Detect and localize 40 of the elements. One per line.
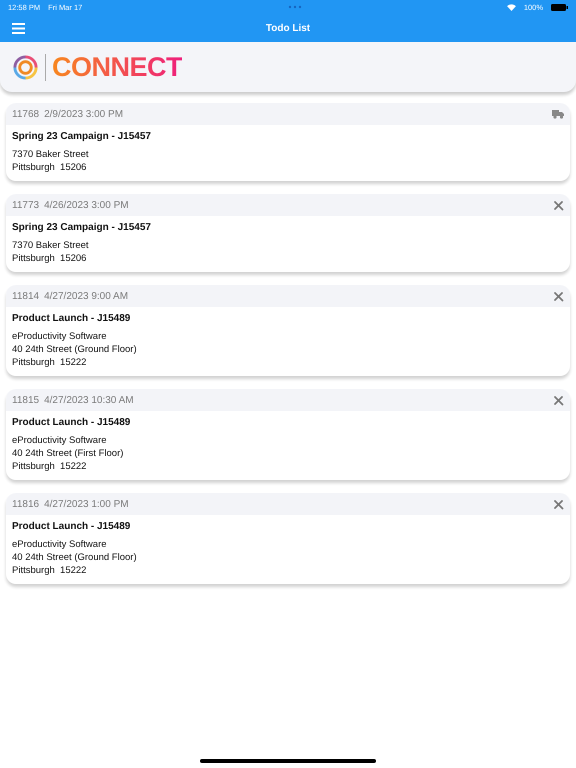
address-line: eProductivity Software — [12, 434, 108, 447]
menu-button[interactable] — [12, 22, 25, 33]
address-line: eProductivity Software — [12, 330, 108, 343]
address-line: Pittsburgh 15206 — [12, 252, 88, 265]
todo-id: 11814 — [12, 290, 40, 302]
address-line: 40 24th Street (Ground Floor) — [12, 551, 138, 564]
todo-id: 11768 — [12, 108, 40, 120]
todo-datetime: 4/27/2023 10:30 AM — [44, 394, 134, 406]
todo-datetime: 2/9/2023 3:00 PM — [44, 108, 124, 120]
todo-card[interactable]: 11773 4/26/2023 3:00 PM Spring 23 Campaign - J15457 7370 Baker Street Pittsburgh 15206 — [6, 194, 570, 272]
todo-card[interactable]: 11815 4/27/2023 10:30 AM Product Launch - J15489 eProductivity Software 40 24th Street (First Floor) Pittsburgh 15222 — [6, 389, 570, 480]
todo-id: 11816 — [12, 498, 40, 510]
address-line: Pittsburgh 15222 — [12, 460, 88, 473]
todo-title: Product Launch - J15489 — [12, 521, 132, 532]
todo-datetime: 4/26/2023 3:00 PM — [44, 200, 129, 210]
todo-card[interactable]: 11816 4/27/2023 1:00 PM Product Launch - J15489 eProductivity Software 40 24th Street (Ground Floor) Pittsburgh 15222 — [6, 493, 570, 584]
todo-datetime: 4/27/2023 9:00 AM — [44, 290, 128, 302]
multitasking-dots-icon — [288, 5, 302, 9]
wifi-icon — [506, 4, 516, 10]
todo-title: Product Launch - J15489 — [12, 417, 132, 428]
todo-title: Spring 23 Campaign - J15457 — [12, 131, 152, 142]
todo-card[interactable]: 11814 4/27/2023 9:00 AM Product Launch - J15489 eProductivity Software 40 24th Street (Ground Floor) Pittsburgh 15222 — [6, 285, 570, 376]
address-line: 7370 Baker Street — [12, 239, 90, 252]
truck-icon — [552, 109, 564, 119]
address-line: Pittsburgh 15206 — [12, 161, 88, 174]
todo-id: 11773 — [12, 200, 40, 210]
address-line: Pittsburgh 15222 — [12, 564, 88, 577]
address-line: eProductivity Software — [12, 538, 108, 551]
todo-card[interactable]: 11768 2/9/2023 3:00 PM Spring 23 Campaign - J15457 7370 Baker Street Pittsburgh 15206 — [6, 103, 570, 181]
todo-id: 11815 — [12, 394, 40, 406]
todo-title: Spring 23 Campaign - J15457 — [12, 222, 152, 233]
address-line: 40 24th Street (First Floor) — [12, 447, 124, 460]
address-line: Pittsburgh 15222 — [12, 356, 88, 369]
swirl-logo-icon — [12, 54, 39, 80]
address-line: 7370 Baker Street — [12, 148, 90, 161]
address-line: 40 24th Street (Ground Floor) — [12, 343, 138, 356]
nav-title: Todo List — [266, 22, 310, 34]
todo-datetime: 4/27/2023 1:00 PM — [44, 498, 129, 510]
todo-title: Product Launch - J15489 — [12, 313, 132, 324]
battery-icon — [551, 4, 568, 10]
